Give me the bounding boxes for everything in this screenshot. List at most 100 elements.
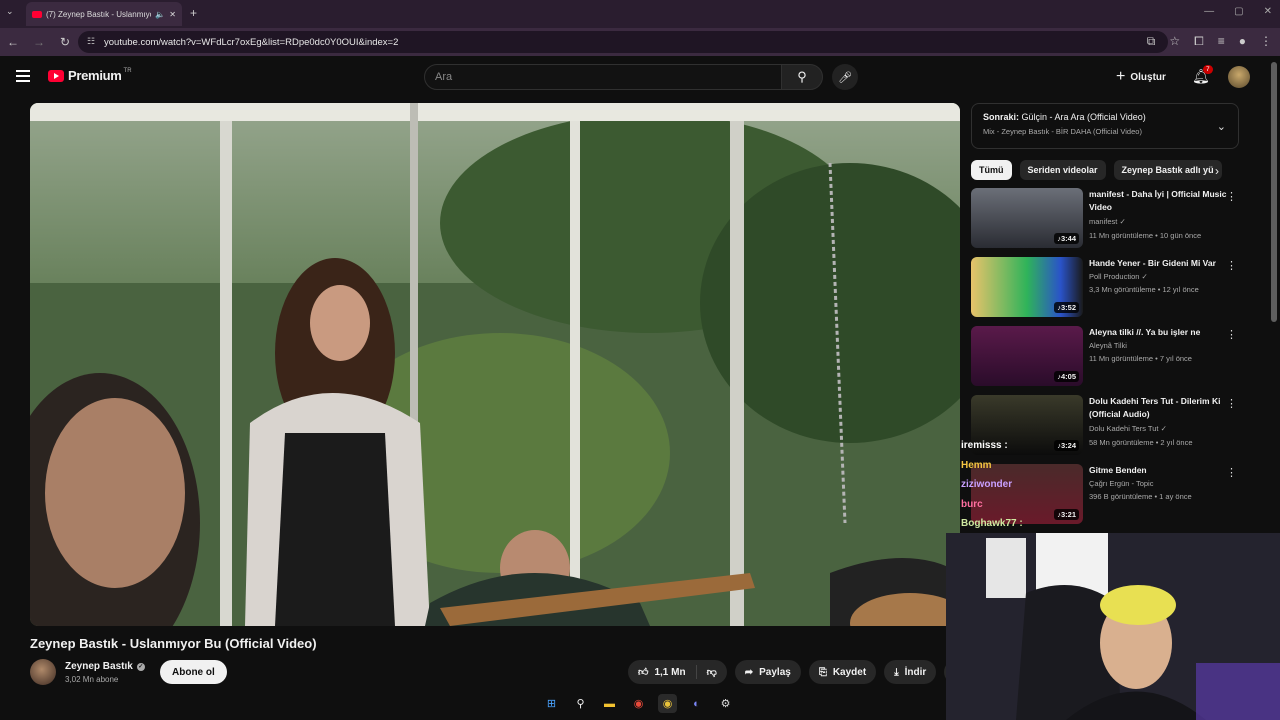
- plus-icon: +: [1116, 68, 1126, 85]
- search-input[interactable]: Ara: [424, 64, 782, 90]
- create-button[interactable]: + Oluştur: [1116, 66, 1166, 88]
- youtube-logo-icon: [48, 69, 64, 82]
- chevron-down-icon[interactable]: ⌄: [1217, 120, 1226, 133]
- like-button[interactable]: 👍︎ 1,1 Mn: [628, 660, 696, 684]
- tab-search-icon[interactable]: ⌄: [6, 6, 14, 17]
- dislike-button[interactable]: 👎︎: [697, 660, 727, 684]
- youtube-favicon-icon: [32, 10, 42, 18]
- like-count: 1,1 Mn: [654, 666, 686, 678]
- chat-line: burc: [961, 498, 983, 510]
- profile-icon[interactable]: ●: [1239, 34, 1246, 49]
- site-info-icon[interactable]: ☷: [87, 36, 95, 47]
- youtube-premium-logo[interactable]: Premium TR: [48, 68, 132, 83]
- minimize-icon[interactable]: —: [1204, 6, 1214, 17]
- voice-search-button[interactable]: 🎤︎: [832, 64, 858, 90]
- chat-line: Boghawk77 :: [961, 518, 1023, 529]
- reload-icon[interactable]: ↻: [52, 35, 78, 49]
- chevron-right-icon[interactable]: ›: [1215, 164, 1219, 178]
- video-player[interactable]: [30, 103, 960, 626]
- cast-icon[interactable]: ⧉: [1147, 34, 1156, 49]
- list-item[interactable]: 3:52 Hande Yener - Bir Gideni Mi Var Pol…: [971, 257, 1249, 325]
- verified-check-icon: ✓: [1141, 272, 1148, 281]
- download-icon: ⤓: [894, 666, 899, 678]
- youtube-header: Premium TR Ara ⚲ 🎤︎ + Oluştur 🔔︎ 7: [0, 56, 1280, 100]
- recommendation-channel: Aleynâ Tilki: [1089, 341, 1127, 350]
- recommendation-title: Aleyna tilki //. Ya bu işler ne: [1089, 327, 1201, 337]
- windows-start-icon[interactable]: ⊞: [542, 694, 561, 713]
- logo-country: TR: [123, 67, 132, 74]
- recommendation-title: Dolu Kadehi Ters Tut - Dilerim Ki (Offic…: [1089, 396, 1221, 419]
- chip-channel[interactable]: Zeynep Bastık adlı yü: [1113, 160, 1222, 180]
- browser-tab[interactable]: (7) Zeynep Bastık - Uslanmıyor 🔈 ✕: [26, 2, 182, 26]
- webcam-frame: [946, 533, 1280, 720]
- new-tab-button[interactable]: +: [190, 6, 197, 20]
- recommendation-meta: 11 Mn görüntüleme • 10 gün önce: [1089, 231, 1202, 240]
- tab-close-icon[interactable]: ✕: [169, 10, 176, 19]
- download-label: İndir: [904, 666, 927, 678]
- recommendation-meta: 3,3 Mn görüntüleme • 12 yıl önce: [1089, 285, 1199, 294]
- chip-series[interactable]: Seriden videolar: [1019, 160, 1106, 180]
- extensions-icon[interactable]: ⧠: [1194, 34, 1204, 49]
- video-thumbnail[interactable]: 3:52: [971, 257, 1083, 317]
- chat-line: iremisss :: [961, 440, 1008, 451]
- kebab-menu-icon[interactable]: ⋮: [1226, 259, 1237, 272]
- browser-tab-strip: ⌄ (7) Zeynep Bastık - Uslanmıyor 🔈 ✕ + —…: [0, 0, 1280, 28]
- video-actions: 👍︎ 1,1 Mn 👎︎ ➦ Paylaş ⎘ Kaydet ⤓ İndir ⋯: [628, 660, 969, 684]
- app-icon[interactable]: ⚙: [716, 694, 735, 713]
- kebab-menu-icon[interactable]: ⋮: [1226, 466, 1237, 479]
- share-arrow-icon: ➦: [744, 666, 754, 678]
- recommendation-channel: Dolu Kadehi Ters Tut ✓: [1089, 424, 1167, 433]
- subscribe-button[interactable]: Abone ol: [160, 660, 227, 684]
- up-next-prefix: Sonraki:: [983, 112, 1020, 122]
- page-scrollbar[interactable]: [1271, 62, 1277, 322]
- save-button[interactable]: ⎘ Kaydet: [808, 660, 877, 684]
- recommendation-title: manifest - Daha İyi | Official Music Vid…: [1089, 189, 1227, 212]
- file-explorer-icon[interactable]: ▬: [600, 694, 619, 713]
- taskbar: ⊞ ⚲ ▬ ◉ ◉ ◐ ⚙: [542, 694, 735, 713]
- list-item[interactable]: 4:05 Aleyna tilki //. Ya bu işler ne Ale…: [971, 326, 1249, 394]
- share-button[interactable]: ➦ Paylaş: [734, 660, 801, 684]
- up-next-panel[interactable]: Sonraki: Gülçin - Ara Ara (Official Vide…: [971, 103, 1239, 149]
- chrome-active-icon[interactable]: ◉: [658, 694, 677, 713]
- search-button[interactable]: ⚲: [781, 64, 823, 90]
- search-icon: ⚲: [797, 69, 807, 84]
- duration-badge: 3:21: [1054, 509, 1079, 520]
- back-icon[interactable]: ←: [0, 35, 26, 49]
- account-avatar[interactable]: [1228, 66, 1250, 88]
- kebab-menu-icon[interactable]: ⋮: [1226, 328, 1237, 341]
- recommendation-meta: 58 Mn görüntüleme • 2 yıl önce: [1089, 438, 1193, 447]
- speaker-icon[interactable]: 🔈: [155, 10, 165, 19]
- url-field[interactable]: ☷ youtube.com/watch?v=WFdLcr7oxEg&list=R…: [78, 31, 1168, 53]
- bookmark-icon: ⎘: [818, 666, 827, 678]
- list-item[interactable]: 3:44 manifest - Daha İyi | Official Musi…: [971, 188, 1249, 256]
- maximize-icon[interactable]: ▢: [1234, 6, 1243, 17]
- kebab-menu-icon[interactable]: ⋮: [1226, 190, 1237, 203]
- chrome-icon[interactable]: ◉: [629, 694, 648, 713]
- hamburger-menu-icon[interactable]: [16, 70, 30, 82]
- filter-chips: Tümü Seriden videolar Zeynep Bastık adlı…: [971, 160, 1229, 180]
- share-label: Paylaş: [759, 666, 791, 678]
- media-icon[interactable]: ≡: [1218, 34, 1225, 49]
- bookmark-star-icon[interactable]: ☆: [1169, 34, 1180, 49]
- chip-all[interactable]: Tümü: [971, 160, 1012, 180]
- taskbar-search-icon[interactable]: ⚲: [571, 694, 590, 713]
- verified-check-icon: ✓: [1160, 424, 1167, 433]
- recommendation-title: Hande Yener - Bir Gideni Mi Var: [1089, 258, 1216, 268]
- forward-icon[interactable]: →: [26, 35, 52, 49]
- browser-menu-icon[interactable]: ⋮: [1260, 34, 1272, 49]
- microphone-icon: 🎤︎: [838, 71, 852, 84]
- discord-icon[interactable]: ◐: [687, 694, 706, 713]
- kebab-menu-icon[interactable]: ⋮: [1226, 397, 1237, 410]
- video-thumbnail[interactable]: 3:44: [971, 188, 1083, 248]
- download-button[interactable]: ⤓ İndir: [884, 660, 937, 684]
- thumbs-down-icon: 👎︎: [706, 667, 717, 678]
- mix-title: Mix - Zeynep Bastık - BİR DAHA (Official…: [983, 127, 1142, 136]
- video-thumbnail[interactable]: 4:05: [971, 326, 1083, 386]
- stream-chat-overlay: iremisss : Hemm ziziwonder burc Boghawk7…: [961, 436, 1041, 534]
- channel-name-row[interactable]: Zeynep Bastık ✓: [65, 661, 145, 672]
- channel-avatar[interactable]: [30, 659, 56, 685]
- duration-badge: 4:05: [1054, 371, 1079, 382]
- close-window-icon[interactable]: ✕: [1264, 6, 1272, 17]
- url-text: youtube.com/watch?v=WFdLcr7oxEg&list=RDp…: [104, 36, 399, 48]
- up-next-title: Gülçin - Ara Ara (Official Video): [1021, 112, 1146, 122]
